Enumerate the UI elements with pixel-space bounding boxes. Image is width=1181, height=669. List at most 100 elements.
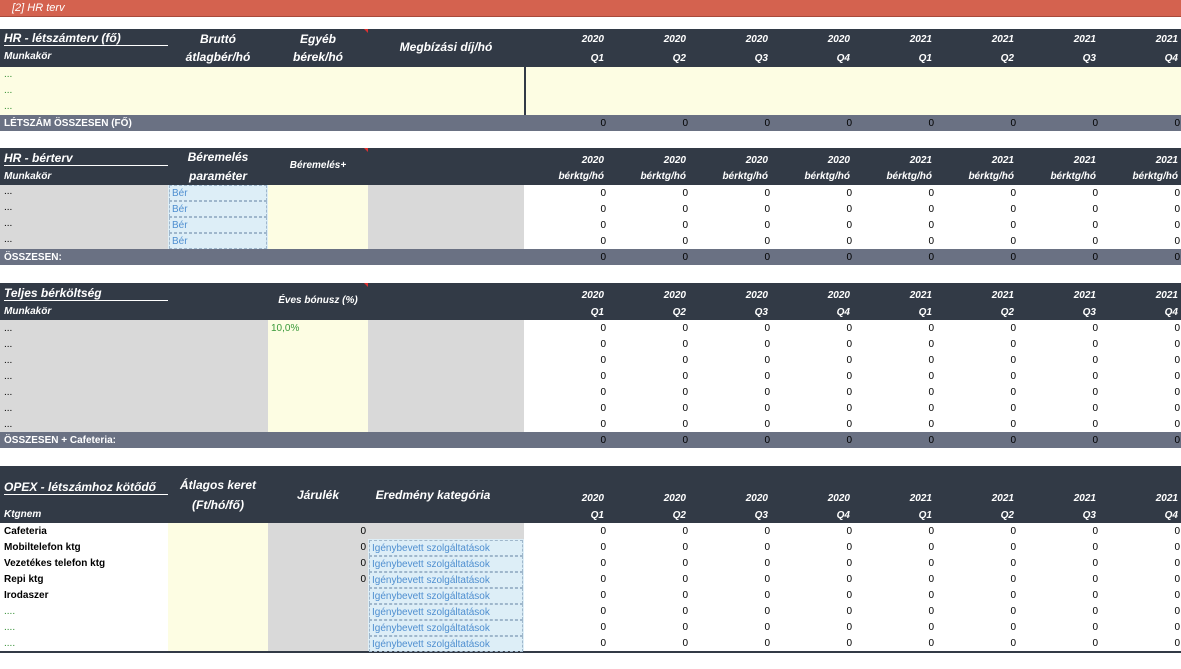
section3-bonus-area[interactable] <box>268 320 368 432</box>
quarter-value: 0 <box>1010 236 1016 247</box>
list-item[interactable]: ... <box>4 202 12 213</box>
kategoria-select[interactable]: Igénybevett szolgáltatások <box>369 604 523 620</box>
ktgnem-label[interactable]: Cafeteria <box>4 526 47 537</box>
quarter-year-header: 2021 <box>1073 493 1096 504</box>
quarter-year-header: 2021 <box>1155 34 1178 45</box>
comment-marker[interactable] <box>364 148 368 152</box>
section3-sub: Munkakör <box>4 306 52 317</box>
quarter-value: 0 <box>764 590 770 601</box>
section1-input-area[interactable] <box>0 67 524 115</box>
section4-title: OPEX - létszámhoz kötődő <box>4 480 168 495</box>
quarter-value: 0 <box>764 355 770 366</box>
section1-sub: Munkakör <box>4 51 52 62</box>
quarter-value: 0 <box>928 371 934 382</box>
quarter-value: 0 <box>1092 323 1098 334</box>
list-item[interactable]: ... <box>4 323 12 334</box>
quarter-value: 0 <box>846 355 852 366</box>
quarter-value: 0 <box>846 387 852 398</box>
quarter-value: 0 <box>682 355 688 366</box>
comment-marker[interactable] <box>364 283 368 287</box>
kategoria-select[interactable]: Igénybevett szolgáltatások <box>369 540 523 556</box>
kategoria-select[interactable]: Igénybevett szolgáltatások <box>369 556 523 572</box>
bonus-value[interactable]: 10,0% <box>271 323 299 334</box>
quarter-value: 0 <box>1092 606 1098 617</box>
section1-total-label: LÉTSZÁM ÖSSZESEN (FŐ) <box>4 118 132 129</box>
list-item[interactable]: ... <box>4 85 12 96</box>
quarter-value: 0 <box>928 419 934 430</box>
quarter-name-header: Q1 <box>918 510 932 521</box>
list-item[interactable]: ... <box>4 371 12 382</box>
list-item[interactable]: ... <box>4 403 12 414</box>
list-item[interactable]: ... <box>4 355 12 366</box>
param-cell[interactable]: Bér <box>169 201 267 217</box>
quarter-year-header: 2021 <box>1155 155 1178 166</box>
section1-value-area <box>524 67 1181 115</box>
quarter-year-header: 2021 <box>909 34 932 45</box>
quarter-value: 0 <box>928 574 934 585</box>
quarter-value: 0 <box>600 403 606 414</box>
list-item[interactable]: ... <box>4 101 12 112</box>
quarter-value: 0 <box>1174 323 1180 334</box>
quarter-value: 0 <box>1010 622 1016 633</box>
quarter-name-header: Q1 <box>590 510 604 521</box>
quarter-value: 0 <box>1174 118 1180 129</box>
kategoria-select[interactable]: Igénybevett szolgáltatások <box>369 588 523 604</box>
quarter-value: 0 <box>1092 188 1098 199</box>
quarter-value: 0 <box>1174 403 1180 414</box>
quarter-value: 0 <box>764 419 770 430</box>
quarter-value: 0 <box>600 236 606 247</box>
section3-total-label: ÖSSZESEN + Cafeteria: <box>4 435 116 446</box>
quarter-name-header: Q2 <box>1000 307 1014 318</box>
list-item[interactable]: ... <box>4 218 12 229</box>
param-cell[interactable]: Bér <box>169 185 267 201</box>
quarter-value: 0 <box>1092 339 1098 350</box>
quarter-value: 0 <box>846 118 852 129</box>
section4-keret-area[interactable] <box>168 523 268 651</box>
quarter-value: 0 <box>764 220 770 231</box>
jarulek-value: 0 <box>360 542 366 553</box>
param-cell[interactable]: Bér <box>169 217 267 233</box>
col-megbizasi: Megbízási díj/hó <box>399 40 493 54</box>
quarter-value: 0 <box>682 606 688 617</box>
quarter-unit-header: bérktg/hó <box>804 171 850 182</box>
ktgnem-label[interactable]: Mobiltelefon ktg <box>4 542 81 553</box>
section2-plus-area[interactable] <box>268 185 368 249</box>
ktgnem-label[interactable]: .... <box>4 622 15 633</box>
list-item[interactable]: ... <box>4 339 12 350</box>
list-item[interactable]: ... <box>4 387 12 398</box>
comment-marker[interactable] <box>364 29 368 33</box>
quarter-unit-header: bérktg/hó <box>1050 171 1096 182</box>
kategoria-select[interactable]: Igénybevett szolgáltatások <box>369 572 523 588</box>
quarter-value: 0 <box>1010 387 1016 398</box>
quarter-value: 0 <box>846 419 852 430</box>
quarter-year-header: 2021 <box>991 155 1014 166</box>
list-item[interactable]: ... <box>4 234 12 245</box>
ktgnem-label[interactable]: .... <box>4 638 15 649</box>
quarter-value: 0 <box>1174 606 1180 617</box>
quarter-value: 0 <box>600 558 606 569</box>
section2-sub: Munkakör <box>4 171 52 182</box>
section3-title: Teljes bérköltség <box>4 286 168 301</box>
param-cell[interactable]: Bér <box>169 233 267 249</box>
kategoria-select[interactable]: Igénybevett szolgáltatások <box>369 620 523 636</box>
quarter-value: 0 <box>600 204 606 215</box>
list-item[interactable]: ... <box>4 419 12 430</box>
quarter-value: 0 <box>1092 387 1098 398</box>
section2-total-label: ÖSSZESEN: <box>4 252 62 263</box>
quarter-value: 0 <box>682 638 688 649</box>
ktgnem-label[interactable]: Repi ktg <box>4 574 43 585</box>
ktgnem-label[interactable]: .... <box>4 606 15 617</box>
list-item[interactable]: ... <box>4 186 12 197</box>
quarter-value: 0 <box>1010 403 1016 414</box>
quarter-year-header: 2021 <box>1073 155 1096 166</box>
quarter-value: 0 <box>928 542 934 553</box>
section2-label-area <box>0 185 168 249</box>
list-item[interactable]: ... <box>4 69 12 80</box>
quarter-value: 0 <box>764 606 770 617</box>
ktgnem-label[interactable]: Irodaszer <box>4 590 48 601</box>
kategoria-select[interactable]: Igénybevett szolgáltatások <box>369 636 523 652</box>
ktgnem-label[interactable]: Vezetékes telefon ktg <box>4 558 105 569</box>
quarter-value: 0 <box>1174 355 1180 366</box>
quarter-value: 0 <box>682 558 688 569</box>
quarter-value: 0 <box>1010 323 1016 334</box>
